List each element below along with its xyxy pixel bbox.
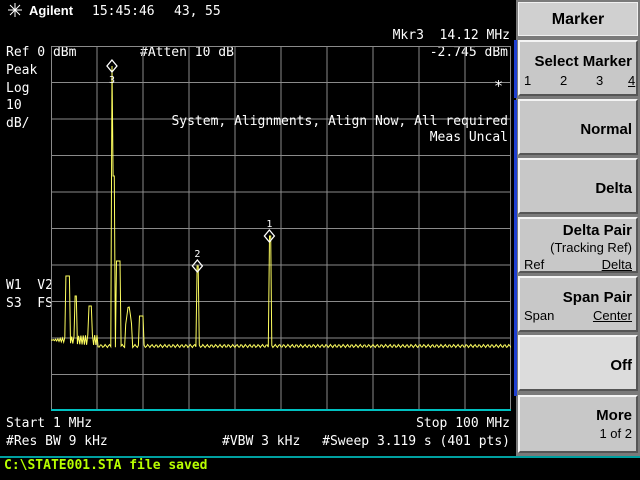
delta-pair-sublabel: (Tracking Ref) bbox=[550, 240, 632, 255]
status-message: C:\STATE001.STA file saved bbox=[4, 458, 208, 473]
marker-option-2: 2 bbox=[560, 73, 568, 88]
active-key-indicator bbox=[514, 40, 517, 98]
span-pair-span-option: Span bbox=[524, 308, 555, 323]
more-page-indicator: 1 of 2 bbox=[599, 426, 632, 441]
sweep-time: #Sweep 3.119 s (401 pts) bbox=[322, 434, 510, 449]
agilent-logo-icon bbox=[8, 3, 22, 17]
scale-value: 10 bbox=[6, 98, 22, 113]
uncal-star-indicator: * bbox=[494, 77, 504, 95]
brand-label: Agilent bbox=[29, 3, 74, 18]
delta-pair-label: Delta Pair bbox=[562, 222, 632, 239]
spectrum-graticule: 3 2 1 bbox=[51, 46, 511, 411]
more-key[interactable]: More 1 of 2 bbox=[518, 395, 638, 453]
normal-label: Normal bbox=[580, 121, 632, 138]
meas-uncal-message: Meas Uncal bbox=[429, 130, 508, 145]
delta-pair-delta-option: Delta bbox=[601, 257, 632, 272]
more-label: More bbox=[596, 407, 632, 424]
scale-type-label: Log bbox=[6, 81, 30, 96]
resolution-bandwidth: #Res BW 9 kHz bbox=[6, 434, 108, 449]
delta-key[interactable]: Delta bbox=[518, 158, 638, 214]
delta-pair-ref-option: Ref bbox=[524, 257, 545, 272]
marker-2-label: 2 bbox=[194, 249, 200, 260]
trace-status-line-1: W1 V2 bbox=[6, 278, 53, 293]
date-part-2: 55 bbox=[205, 4, 221, 19]
delta-label: Delta bbox=[595, 180, 632, 197]
analyzer-screen: Agilent 15:45:46 43, 55 Mkr3 14.12 MHz -… bbox=[0, 0, 516, 456]
marker-option-1: 1 bbox=[524, 73, 532, 88]
off-label: Off bbox=[610, 357, 632, 374]
normal-key[interactable]: Normal bbox=[518, 99, 638, 155]
span-pair-label: Span Pair bbox=[562, 289, 632, 306]
span-pair-key[interactable]: Span Pair Span Center bbox=[518, 276, 638, 332]
delta-pair-key[interactable]: Delta Pair (Tracking Ref) Ref Delta bbox=[518, 217, 638, 273]
detector-label: Peak bbox=[6, 63, 38, 78]
marker-3-label: 3 bbox=[109, 75, 115, 86]
stop-frequency: Stop 100 MHz bbox=[416, 416, 510, 431]
date-part-1: 43, bbox=[174, 4, 198, 19]
marker-option-3: 3 bbox=[596, 73, 604, 88]
marker-option-4-selected: 4 bbox=[628, 73, 636, 88]
scale-unit: dB/ bbox=[6, 116, 30, 131]
trace-status-line-2: S3 FS bbox=[6, 296, 53, 311]
softkey-menu-title-box: Marker bbox=[518, 2, 638, 36]
span-pair-center-option: Center bbox=[592, 308, 632, 323]
select-marker-key[interactable]: Select Marker 1 2 3 4 bbox=[518, 40, 638, 96]
softkey-menu-title: Marker bbox=[551, 11, 605, 28]
start-frequency: Start 1 MHz bbox=[6, 416, 93, 431]
marker-readout-frequency: Mkr3 14.12 MHz bbox=[392, 28, 510, 43]
off-key[interactable]: Off bbox=[518, 335, 638, 391]
select-marker-label: Select Marker bbox=[534, 53, 632, 70]
marker-1-label: 1 bbox=[266, 219, 272, 230]
alignment-message: System, Alignments, Align Now, All requi… bbox=[171, 114, 508, 129]
clock-time: 15:45:46 bbox=[92, 4, 155, 19]
video-bandwidth: #VBW 3 kHz bbox=[222, 434, 301, 449]
key-group-indicator bbox=[514, 100, 517, 396]
